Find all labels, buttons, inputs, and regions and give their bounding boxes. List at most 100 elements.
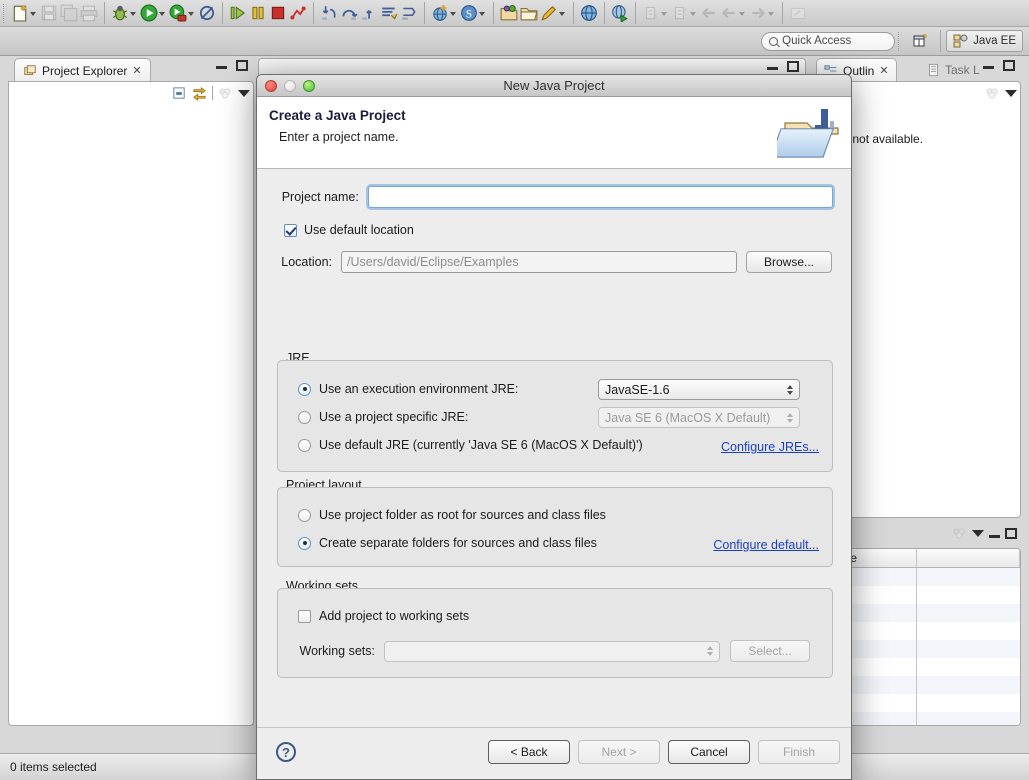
tab-task-list[interactable]: Task L bbox=[920, 58, 987, 82]
view-menu-icon[interactable] bbox=[1005, 89, 1017, 97]
step-return-button[interactable] bbox=[359, 1, 379, 25]
print-button[interactable] bbox=[79, 1, 99, 25]
radio-default-jre[interactable] bbox=[298, 438, 311, 452]
previous-annotation-button[interactable] bbox=[670, 1, 699, 25]
step-filters-button[interactable] bbox=[379, 1, 399, 25]
jre-option-default[interactable]: Use default JRE (currently 'Java SE 6 (M… bbox=[298, 438, 643, 452]
next-annotation-button[interactable] bbox=[641, 1, 670, 25]
chevron-down-icon[interactable] bbox=[660, 4, 669, 22]
layout-option-project-folder[interactable]: Use project folder as root for sources a… bbox=[298, 508, 606, 522]
cancel-button[interactable]: Cancel bbox=[668, 740, 750, 764]
maximize-icon[interactable] bbox=[1003, 60, 1015, 71]
add-to-working-sets-row[interactable]: Add project to working sets bbox=[298, 609, 469, 623]
use-default-location-checkbox[interactable] bbox=[284, 223, 297, 237]
minimize-icon[interactable] bbox=[989, 529, 1000, 538]
new-server-button[interactable]: S bbox=[459, 1, 488, 25]
restore-view-icon bbox=[790, 7, 806, 20]
project-name-input[interactable] bbox=[367, 186, 833, 208]
step-into-button[interactable] bbox=[319, 1, 339, 25]
configure-default-link[interactable]: Configure default... bbox=[713, 538, 819, 552]
next-button[interactable]: Next > bbox=[578, 740, 660, 764]
radio-project-specific-jre[interactable] bbox=[298, 410, 311, 424]
radio-separate-folders[interactable] bbox=[298, 536, 311, 550]
radio-project-folder-root[interactable] bbox=[298, 508, 311, 522]
chevron-down-icon[interactable] bbox=[738, 4, 747, 22]
finish-button[interactable]: Finish bbox=[758, 740, 840, 764]
forward-button[interactable] bbox=[748, 1, 777, 25]
open-type-button[interactable] bbox=[499, 1, 519, 25]
chevron-down-icon[interactable] bbox=[478, 4, 487, 22]
drop-to-frame-button[interactable] bbox=[399, 1, 419, 25]
new-java-project-dialog: New Java Project Create a Java Project E… bbox=[256, 74, 852, 780]
maximize-icon[interactable] bbox=[787, 61, 799, 72]
disconnect-button[interactable] bbox=[288, 1, 308, 25]
tab-project-explorer[interactable]: Project Explorer ✕ bbox=[14, 58, 151, 82]
maximize-icon[interactable] bbox=[1005, 527, 1017, 539]
help-button[interactable]: ? bbox=[276, 742, 296, 762]
chevron-down-icon[interactable] bbox=[187, 4, 196, 22]
step-into-icon bbox=[322, 6, 336, 20]
project-specific-jre-combo[interactable]: Java SE 6 (MacOS X Default) bbox=[598, 407, 800, 428]
location-input[interactable] bbox=[341, 251, 737, 273]
run-on-server-button[interactable] bbox=[610, 1, 630, 25]
editor-window-controls bbox=[767, 61, 799, 72]
chevron-down-icon[interactable] bbox=[158, 4, 167, 22]
select-working-sets-button[interactable]: Select... bbox=[730, 640, 810, 662]
radio-execution-environment[interactable] bbox=[298, 382, 311, 396]
back-button[interactable] bbox=[719, 1, 748, 25]
new-web-project-button[interactable] bbox=[430, 1, 459, 25]
execution-environment-combo[interactable]: JavaSE-1.6 bbox=[598, 379, 800, 400]
suspend-button[interactable] bbox=[248, 1, 268, 25]
profile-button[interactable] bbox=[168, 1, 197, 25]
add-to-working-sets-checkbox[interactable] bbox=[298, 609, 311, 623]
layout-option-separate-folders[interactable]: Create separate folders for sources and … bbox=[298, 536, 597, 550]
chevron-down-icon[interactable] bbox=[767, 4, 776, 22]
close-icon[interactable]: ✕ bbox=[132, 64, 141, 77]
quick-access-input[interactable]: Quick Access bbox=[761, 31, 896, 51]
save-all-button[interactable] bbox=[59, 1, 79, 25]
run-button[interactable] bbox=[139, 1, 168, 25]
view-menu-extra-icon[interactable] bbox=[952, 526, 967, 541]
right-stack-window-controls bbox=[983, 60, 1015, 71]
debug-button[interactable] bbox=[110, 1, 139, 25]
chevron-down-icon[interactable] bbox=[129, 4, 138, 22]
open-task-button[interactable] bbox=[519, 1, 539, 25]
chevron-down-icon[interactable] bbox=[689, 4, 698, 22]
skip-breakpoints-button[interactable] bbox=[197, 1, 217, 25]
collapse-all-icon[interactable] bbox=[172, 86, 187, 101]
step-over-button[interactable] bbox=[339, 1, 359, 25]
dialog-titlebar[interactable]: New Java Project bbox=[257, 75, 851, 97]
chevron-down-icon[interactable] bbox=[29, 4, 38, 22]
chevron-down-icon[interactable] bbox=[558, 4, 567, 22]
back-button[interactable]: < Back bbox=[488, 740, 570, 764]
save-button[interactable] bbox=[39, 1, 59, 25]
resume-button[interactable] bbox=[228, 1, 248, 25]
open-perspective-button[interactable] bbox=[905, 30, 935, 52]
minimize-icon[interactable] bbox=[216, 60, 227, 69]
view-menu-extra-icon[interactable] bbox=[985, 86, 1000, 101]
chevron-down-icon[interactable] bbox=[449, 4, 458, 22]
view-menu-icon[interactable] bbox=[972, 529, 984, 537]
jre-option-execution-environment[interactable]: Use an execution environment JRE: bbox=[298, 382, 518, 396]
working-sets-combo[interactable] bbox=[384, 640, 720, 662]
browse-button[interactable]: Browse... bbox=[746, 251, 832, 273]
terminate-button[interactable] bbox=[268, 1, 288, 25]
radio-label: Use an execution environment JRE: bbox=[319, 382, 519, 396]
configure-jres-link[interactable]: Configure JREs... bbox=[721, 440, 819, 454]
open-browser-button[interactable] bbox=[579, 1, 599, 25]
link-with-editor-icon[interactable] bbox=[192, 86, 207, 101]
use-default-location-row[interactable]: Use default location bbox=[284, 223, 414, 237]
restore-view-button[interactable] bbox=[788, 1, 808, 25]
minimize-icon[interactable] bbox=[983, 60, 994, 69]
close-icon[interactable]: ✕ bbox=[879, 64, 888, 77]
last-edit-location-button[interactable] bbox=[699, 1, 719, 25]
new-wizard-button[interactable] bbox=[10, 1, 39, 25]
new-annotation-button[interactable] bbox=[539, 1, 568, 25]
view-menu-extra-icon[interactable] bbox=[218, 86, 233, 101]
minimize-icon[interactable] bbox=[767, 61, 778, 70]
perspective-java-ee-button[interactable]: Java EE bbox=[946, 30, 1023, 52]
table-column-2[interactable] bbox=[917, 549, 1020, 567]
view-menu-icon[interactable] bbox=[238, 89, 250, 97]
jre-option-project-specific[interactable]: Use a project specific JRE: bbox=[298, 410, 468, 424]
maximize-icon[interactable] bbox=[236, 60, 248, 71]
